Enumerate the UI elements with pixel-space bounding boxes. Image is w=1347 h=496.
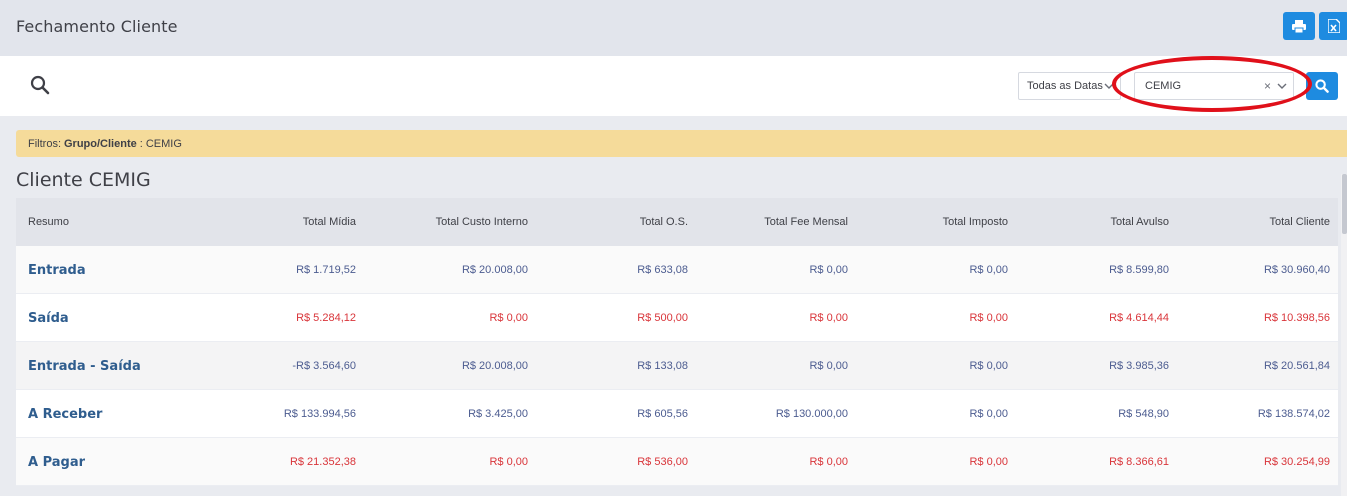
filter-value: : CEMIG [139, 137, 182, 150]
client-select-value: CEMIG [1145, 80, 1182, 92]
table-cell: R$ 8.366,61 [1109, 456, 1169, 468]
date-range-value: Todas as Datas [1027, 80, 1103, 92]
search-toggle[interactable] [30, 75, 52, 97]
table-row: Entrada R$ 1.719,52 R$ 20.008,00 R$ 633,… [16, 246, 1338, 294]
column-header: Total Custo Interno [435, 216, 528, 228]
excel-icon [1328, 19, 1340, 33]
search-icon [1315, 79, 1329, 93]
table-row: Entrada - Saída -R$ 3.564,60 R$ 20.008,0… [16, 342, 1338, 390]
table-cell: R$ 0,00 [809, 456, 848, 468]
table-cell: R$ 0,00 [969, 312, 1008, 324]
chevron-down-icon [1104, 83, 1114, 89]
table-cell: R$ 30.254,99 [1263, 456, 1330, 468]
client-select[interactable]: CEMIG × [1134, 72, 1294, 100]
table-cell: R$ 0,00 [809, 264, 848, 276]
table-cell: R$ 21.352,38 [289, 456, 356, 468]
table-cell: R$ 20.008,00 [461, 264, 528, 276]
table-header-row: Resumo Total Mídia Total Custo Interno T… [16, 198, 1338, 246]
column-header: Total O.S. [639, 216, 688, 228]
table-cell: R$ 0,00 [969, 264, 1008, 276]
print-button[interactable] [1283, 12, 1315, 40]
column-header: Resumo [28, 216, 69, 228]
table-cell: R$ 3.425,00 [468, 408, 528, 420]
table-cell: R$ 548,90 [1118, 408, 1169, 420]
page-title: Fechamento Cliente [16, 17, 178, 36]
table-cell: R$ 10.398,56 [1263, 312, 1330, 324]
table-cell: R$ 500,00 [637, 312, 688, 324]
table-cell: R$ 133.994,56 [283, 408, 356, 420]
row-label[interactable]: A Pagar [28, 438, 85, 486]
column-header: Total Fee Mensal [764, 216, 848, 228]
filters-prefix: Filtros: [28, 137, 61, 150]
table-cell: -R$ 3.564,60 [292, 360, 356, 372]
table-cell: R$ 20.008,00 [461, 360, 528, 372]
table-cell: R$ 4.614,44 [1109, 312, 1169, 324]
table-cell: R$ 30.960,40 [1263, 264, 1330, 276]
table-cell: R$ 0,00 [809, 360, 848, 372]
active-filters-bar: Filtros: Grupo/Cliente : CEMIG [16, 130, 1347, 157]
clear-selection-icon[interactable]: × [1264, 79, 1271, 93]
row-label[interactable]: Saída [28, 294, 69, 342]
table-row: A Receber R$ 133.994,56 R$ 3.425,00 R$ 6… [16, 390, 1338, 438]
table-cell: R$ 138.574,02 [1257, 408, 1330, 420]
table-cell: R$ 0,00 [969, 360, 1008, 372]
table-cell: R$ 5.284,12 [296, 312, 356, 324]
row-label[interactable]: Entrada - Saída [28, 342, 141, 390]
date-range-select[interactable]: Todas as Datas [1018, 72, 1121, 100]
column-header: Total Imposto [942, 216, 1008, 228]
scrollbar-thumb[interactable] [1342, 174, 1347, 234]
export-excel-button[interactable] [1319, 12, 1347, 40]
table-cell: R$ 133,08 [637, 360, 688, 372]
section-title: Cliente CEMIG [16, 169, 151, 191]
table-cell: R$ 0,00 [489, 312, 528, 324]
table-row: Saída R$ 5.284,12 R$ 0,00 R$ 500,00 R$ 0… [16, 294, 1338, 342]
table-cell: R$ 20.561,84 [1263, 360, 1330, 372]
page-header: Fechamento Cliente [0, 0, 1347, 56]
table-cell: R$ 0,00 [489, 456, 528, 468]
summary-table: Resumo Total Mídia Total Custo Interno T… [16, 198, 1338, 486]
column-header: Total Avulso [1110, 216, 1169, 228]
table-cell: R$ 536,00 [637, 456, 688, 468]
table-cell: R$ 0,00 [809, 312, 848, 324]
print-icon [1292, 19, 1306, 33]
table-cell: R$ 605,56 [637, 408, 688, 420]
table-row: A Pagar R$ 21.352,38 R$ 0,00 R$ 536,00 R… [16, 438, 1338, 486]
table-cell: R$ 633,08 [637, 264, 688, 276]
table-cell: R$ 3.985,36 [1109, 360, 1169, 372]
table-cell: R$ 0,00 [969, 456, 1008, 468]
column-header: Total Cliente [1269, 216, 1330, 228]
search-button[interactable] [1306, 72, 1338, 100]
row-label[interactable]: Entrada [28, 246, 86, 294]
column-header: Total Mídia [302, 216, 356, 228]
table-cell: R$ 1.719,52 [296, 264, 356, 276]
search-icon [30, 75, 50, 95]
filter-label: Grupo/Cliente [64, 137, 137, 150]
table-cell: R$ 8.599,80 [1109, 264, 1169, 276]
table-cell: R$ 130.000,00 [775, 408, 848, 420]
chevron-down-icon [1277, 83, 1287, 89]
row-label[interactable]: A Receber [28, 390, 102, 438]
table-cell: R$ 0,00 [969, 408, 1008, 420]
